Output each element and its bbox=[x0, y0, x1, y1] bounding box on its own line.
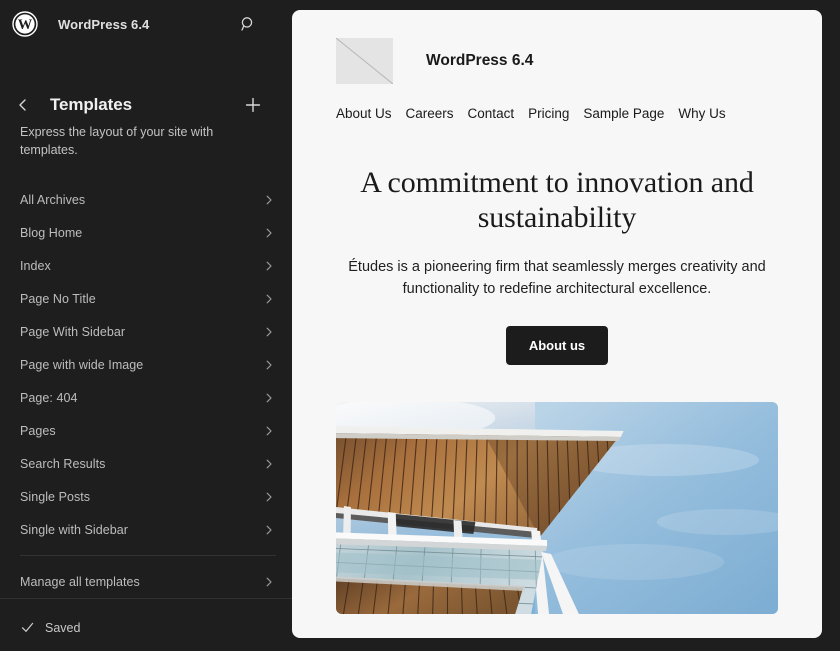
nav-link-sample-page[interactable]: Sample Page bbox=[583, 106, 664, 121]
chevron-right-icon bbox=[262, 457, 276, 471]
nav-link-why-us[interactable]: Why Us bbox=[678, 106, 725, 121]
sidebar-item-page-with-sidebar[interactable]: Page With Sidebar bbox=[0, 315, 292, 348]
list-item-label: Search Results bbox=[20, 456, 106, 471]
chevron-right-icon bbox=[262, 575, 276, 589]
sidebar-item-manage-all-templates[interactable]: Manage all templates bbox=[0, 565, 292, 598]
preview-content: WordPress 6.4 About Us Careers Contact P… bbox=[292, 10, 822, 615]
list-item-label: Index bbox=[20, 258, 51, 273]
chevron-right-icon bbox=[262, 424, 276, 438]
list-item-label: Pages bbox=[20, 423, 56, 438]
nav-link-contact[interactable]: Contact bbox=[468, 106, 515, 121]
list-item-label: Manage all templates bbox=[20, 574, 140, 589]
sidebar-item-all-archives[interactable]: All Archives bbox=[0, 183, 292, 216]
hero-heading: A commitment to innovation and sustainab… bbox=[360, 166, 754, 235]
search-icon[interactable] bbox=[234, 10, 262, 38]
divider bbox=[20, 555, 276, 556]
list-item-label: Page With Sidebar bbox=[20, 324, 126, 339]
sidebar-item-page-no-title[interactable]: Page No Title bbox=[0, 282, 292, 315]
sidebar-item-page-404[interactable]: Page: 404 bbox=[0, 381, 292, 414]
templates-list: All Archives Blog Home Index Page No Tit… bbox=[0, 183, 292, 598]
save-status-button[interactable]: Saved bbox=[20, 620, 80, 635]
chevron-right-icon bbox=[262, 259, 276, 273]
editor-window: W WordPress 6.4 Templates Express the la… bbox=[0, 0, 840, 651]
list-item-label: Single with Sidebar bbox=[20, 522, 128, 537]
list-item-label: Single Posts bbox=[20, 489, 91, 504]
sidebar-item-page-with-wide-image[interactable]: Page with wide Image bbox=[0, 348, 292, 381]
sidebar-site-title: WordPress 6.4 bbox=[58, 16, 150, 32]
list-item-label: All Archives bbox=[20, 192, 86, 207]
chevron-right-icon bbox=[262, 193, 276, 207]
list-item-label: Page with wide Image bbox=[20, 357, 144, 372]
preview-brand-name: WordPress 6.4 bbox=[426, 52, 534, 69]
sidebar-topbar: W WordPress 6.4 bbox=[0, 0, 292, 48]
checkmark-icon bbox=[20, 620, 35, 635]
hero-image bbox=[336, 402, 778, 615]
chevron-right-icon bbox=[262, 490, 276, 504]
templates-panel-header: Templates bbox=[0, 82, 292, 128]
list-item-label: Page: 404 bbox=[20, 390, 78, 405]
site-editor-sidebar: W WordPress 6.4 Templates Express the la… bbox=[0, 0, 292, 651]
sidebar-item-search-results[interactable]: Search Results bbox=[0, 447, 292, 480]
chevron-right-icon bbox=[262, 226, 276, 240]
preview-site-header: WordPress 6.4 bbox=[336, 38, 778, 84]
chevron-right-icon bbox=[262, 391, 276, 405]
chevron-left-icon[interactable] bbox=[10, 92, 36, 118]
sidebar-item-pages[interactable]: Pages bbox=[0, 414, 292, 447]
sidebar-item-index[interactable]: Index bbox=[0, 249, 292, 282]
sidebar-footer: Saved bbox=[0, 598, 292, 651]
chevron-right-icon bbox=[262, 358, 276, 372]
sidebar-item-blog-home[interactable]: Blog Home bbox=[0, 216, 292, 249]
hero-section: A commitment to innovation and sustainab… bbox=[336, 165, 778, 366]
page-title: Templates bbox=[50, 95, 132, 114]
wordpress-logo-icon[interactable]: W bbox=[10, 9, 40, 39]
status-badge: Saved bbox=[45, 620, 81, 635]
sidebar-item-single-with-sidebar[interactable]: Single with Sidebar bbox=[0, 513, 292, 546]
nav-link-about-us[interactable]: About Us bbox=[336, 106, 392, 121]
nav-link-careers[interactable]: Careers bbox=[406, 106, 454, 121]
sidebar-item-single-posts[interactable]: Single Posts bbox=[0, 480, 292, 513]
chevron-right-icon bbox=[262, 325, 276, 339]
image-placeholder-icon bbox=[336, 38, 393, 84]
preview-navigation: About Us Careers Contact Pricing Sample … bbox=[336, 106, 778, 121]
panel-description: Express the layout of your site with tem… bbox=[20, 125, 214, 157]
chevron-right-icon bbox=[262, 523, 276, 537]
hero-paragraph: Études is a pioneering firm that seamles… bbox=[348, 258, 766, 297]
about-us-button[interactable]: About us bbox=[505, 326, 609, 366]
chevron-right-icon bbox=[262, 292, 276, 306]
nav-link-pricing[interactable]: Pricing bbox=[528, 106, 569, 121]
site-preview-canvas[interactable]: WordPress 6.4 About Us Careers Contact P… bbox=[292, 10, 822, 638]
list-item-label: Blog Home bbox=[20, 225, 83, 240]
hero-cta-row: About us bbox=[336, 326, 778, 366]
svg-text:W: W bbox=[18, 17, 33, 33]
plus-icon[interactable] bbox=[240, 92, 266, 118]
list-item-label: Page No Title bbox=[20, 291, 96, 306]
